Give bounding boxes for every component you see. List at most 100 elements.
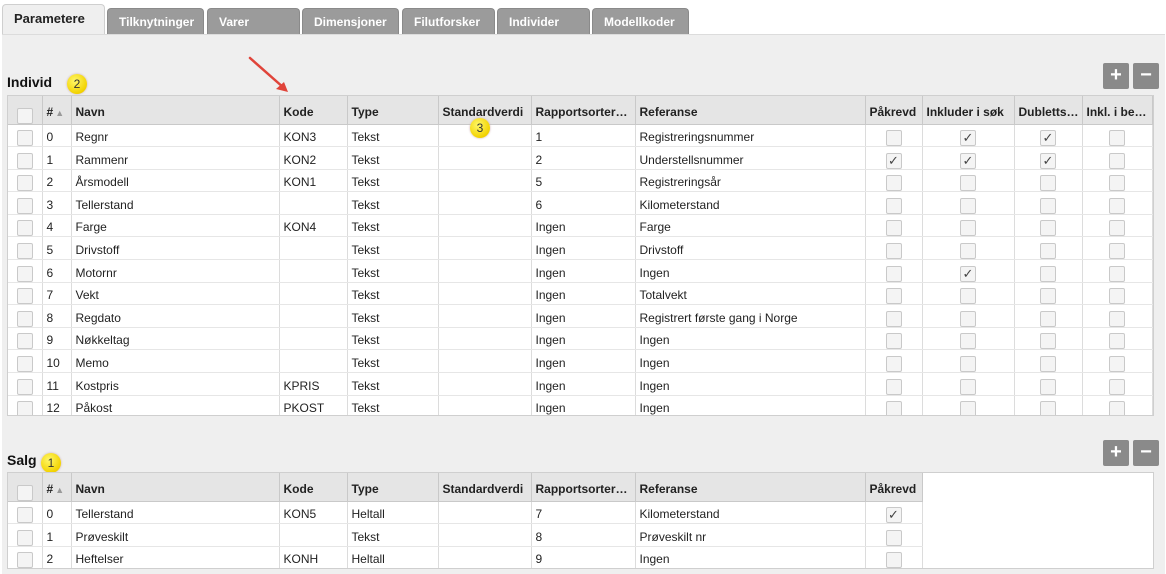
cell-pakrevd-checkbox[interactable] [885, 175, 902, 191]
table-row[interactable]: 9 Nøkkeltag Tekst Ingen Ingen [8, 327, 1153, 351]
table-row[interactable]: 6 Motornr Tekst Ingen Ingen [8, 259, 1153, 283]
row-select-checkbox[interactable] [16, 175, 33, 191]
table-row[interactable]: 12 Påkost PKOST Tekst Ingen Ingen [8, 395, 1153, 415]
cell-dublettsjekk-checkbox[interactable] [1040, 356, 1056, 372]
cell-inkl-i-beskrivelse-checkbox[interactable] [1109, 152, 1125, 169]
row-number[interactable]: 2 [42, 169, 72, 193]
table-row[interactable]: 2 Heftelser KONH Heltall 9 Ingen [8, 546, 923, 568]
row-number[interactable]: 0 [42, 501, 72, 525]
row-number[interactable]: 1 [42, 523, 72, 547]
cell-type[interactable]: Tekst [347, 282, 439, 306]
cell-pakrevd-checkbox[interactable] [885, 552, 902, 568]
row-select-checkbox[interactable] [16, 529, 33, 546]
row-number[interactable]: 3 [42, 191, 72, 215]
cell-rapportsortering[interactable]: Ingen [531, 395, 636, 415]
cell-dublettsjekk-checkbox[interactable] [1040, 175, 1056, 191]
cell-rapportsortering[interactable]: 2 [531, 146, 636, 170]
cell-dublettsjekk-checkbox[interactable] [1040, 243, 1056, 259]
cell-rapportsortering[interactable]: Ingen [531, 259, 636, 283]
cell-type[interactable]: Tekst [347, 191, 439, 215]
cell-referanse[interactable]: Kilometerstand [635, 501, 866, 525]
cell-inkluder-i-sok-checkbox[interactable] [960, 310, 976, 327]
cell-dublettsjekk-checkbox[interactable] [1040, 333, 1056, 349]
cell-inkluder-i-sok-checkbox[interactable] [960, 288, 976, 304]
cell-inkluder-i-sok-checkbox[interactable] [960, 130, 976, 146]
cell-pakrevd-checkbox[interactable] [885, 333, 902, 349]
cell-navn[interactable]: Motornr [71, 259, 280, 283]
cell-rapportsortering[interactable]: 1 [531, 124, 636, 148]
cell-navn[interactable]: Rammenr [71, 146, 280, 170]
cell-referanse[interactable]: Registreringsår [635, 169, 866, 193]
cell-rapportsortering[interactable]: Ingen [531, 214, 636, 238]
cell-inkluder-i-sok-checkbox[interactable] [960, 152, 976, 169]
cell-pakrevd-checkbox[interactable] [885, 265, 902, 282]
col-header-standardverdi[interactable]: Standardverdi [438, 473, 532, 502]
cell-type[interactable]: Tekst [347, 395, 439, 415]
cell-dublettsjekk-checkbox[interactable] [1040, 220, 1056, 236]
cell-inkl-i-beskrivelse-checkbox[interactable] [1109, 130, 1125, 146]
table-row[interactable]: 1 Prøveskilt Tekst 8 Prøveskilt nr [8, 523, 923, 547]
cell-pakrevd-checkbox[interactable] [885, 243, 902, 259]
col-header-dublettsjekk[interactable]: Dubletts… [1014, 96, 1083, 125]
cell-inkl-i-beskrivelse-checkbox[interactable] [1109, 333, 1125, 349]
cell-type[interactable]: Tekst [347, 236, 439, 261]
cell-kode[interactable] [279, 259, 348, 283]
cell-referanse[interactable]: Ingen [635, 259, 866, 283]
cell-referanse[interactable]: Registreringsnummer [635, 124, 866, 148]
cell-inkluder-i-sok-checkbox[interactable] [960, 175, 976, 191]
cell-navn[interactable]: Påkost [71, 395, 280, 415]
cell-inkl-i-beskrivelse-checkbox[interactable] [1109, 356, 1125, 372]
cell-standardverdi[interactable] [438, 523, 532, 547]
cell-rapportsortering[interactable]: 6 [531, 191, 636, 215]
individ-add-button[interactable]: + [1103, 63, 1129, 89]
row-number[interactable]: 5 [42, 236, 72, 261]
cell-standardverdi[interactable] [438, 395, 532, 415]
cell-inkl-i-beskrivelse-checkbox[interactable] [1109, 197, 1125, 214]
col-header-navn[interactable]: Navn [71, 473, 280, 502]
row-number[interactable]: 10 [42, 349, 72, 374]
row-select-checkbox[interactable] [16, 378, 33, 395]
cell-rapportsortering[interactable]: 5 [531, 169, 636, 193]
cell-navn[interactable]: Tellerstand [71, 191, 280, 215]
cell-kode[interactable]: KON3 [279, 124, 348, 148]
col-header-type[interactable]: Type [347, 96, 439, 125]
row-select-checkbox[interactable] [16, 552, 33, 568]
cell-dublettsjekk-checkbox[interactable] [1040, 130, 1056, 146]
cell-standardverdi[interactable] [438, 349, 532, 374]
cell-pakrevd-checkbox[interactable] [885, 220, 902, 236]
col-header-number[interactable]: # ▲ [42, 96, 72, 125]
cell-type[interactable]: Tekst [347, 349, 439, 374]
row-select-checkbox[interactable] [16, 333, 33, 349]
cell-referanse[interactable]: Ingen [635, 546, 866, 568]
cell-referanse[interactable]: Kilometerstand [635, 191, 866, 215]
cell-inkl-i-beskrivelse-checkbox[interactable] [1109, 378, 1125, 395]
tab-parametere[interactable]: Parametere [2, 4, 105, 35]
cell-kode[interactable] [279, 327, 348, 351]
cell-type[interactable]: Tekst [347, 259, 439, 283]
cell-inkl-i-beskrivelse-checkbox[interactable] [1109, 265, 1125, 282]
table-row[interactable]: 11 Kostpris KPRIS Tekst Ingen Ingen [8, 372, 1153, 396]
cell-inkl-i-beskrivelse-checkbox[interactable] [1109, 288, 1125, 304]
row-select-checkbox[interactable] [16, 401, 33, 415]
cell-navn[interactable]: Tellerstand [71, 501, 280, 525]
table-row[interactable]: 1 Rammenr KON2 Tekst 2 Understellsnummer [8, 146, 1153, 170]
cell-referanse[interactable]: Prøveskilt nr [635, 523, 866, 547]
col-header-pakrevd[interactable]: Påkrevd [865, 96, 923, 125]
col-header-inkl-i-beskrivelse[interactable]: Inkl. i be… [1082, 96, 1153, 125]
table-row[interactable]: 4 Farge KON4 Tekst Ingen Farge [8, 214, 1153, 238]
table-row[interactable]: 10 Memo Tekst Ingen Ingen [8, 349, 1153, 374]
cell-type[interactable]: Tekst [347, 372, 439, 396]
cell-kode[interactable] [279, 523, 348, 547]
row-number[interactable]: 7 [42, 282, 72, 306]
table-row[interactable]: 2 Årsmodell KON1 Tekst 5 Registreringsår [8, 169, 1153, 193]
cell-navn[interactable]: Farge [71, 214, 280, 238]
cell-kode[interactable]: PKOST [279, 395, 348, 415]
cell-inkluder-i-sok-checkbox[interactable] [960, 220, 976, 236]
cell-kode[interactable]: KON4 [279, 214, 348, 238]
col-header-type[interactable]: Type [347, 473, 439, 502]
cell-referanse[interactable]: Ingen [635, 349, 866, 374]
row-number[interactable]: 8 [42, 304, 72, 328]
cell-kode[interactable] [279, 282, 348, 306]
cell-navn[interactable]: Memo [71, 349, 280, 374]
cell-pakrevd-checkbox[interactable] [885, 356, 902, 372]
